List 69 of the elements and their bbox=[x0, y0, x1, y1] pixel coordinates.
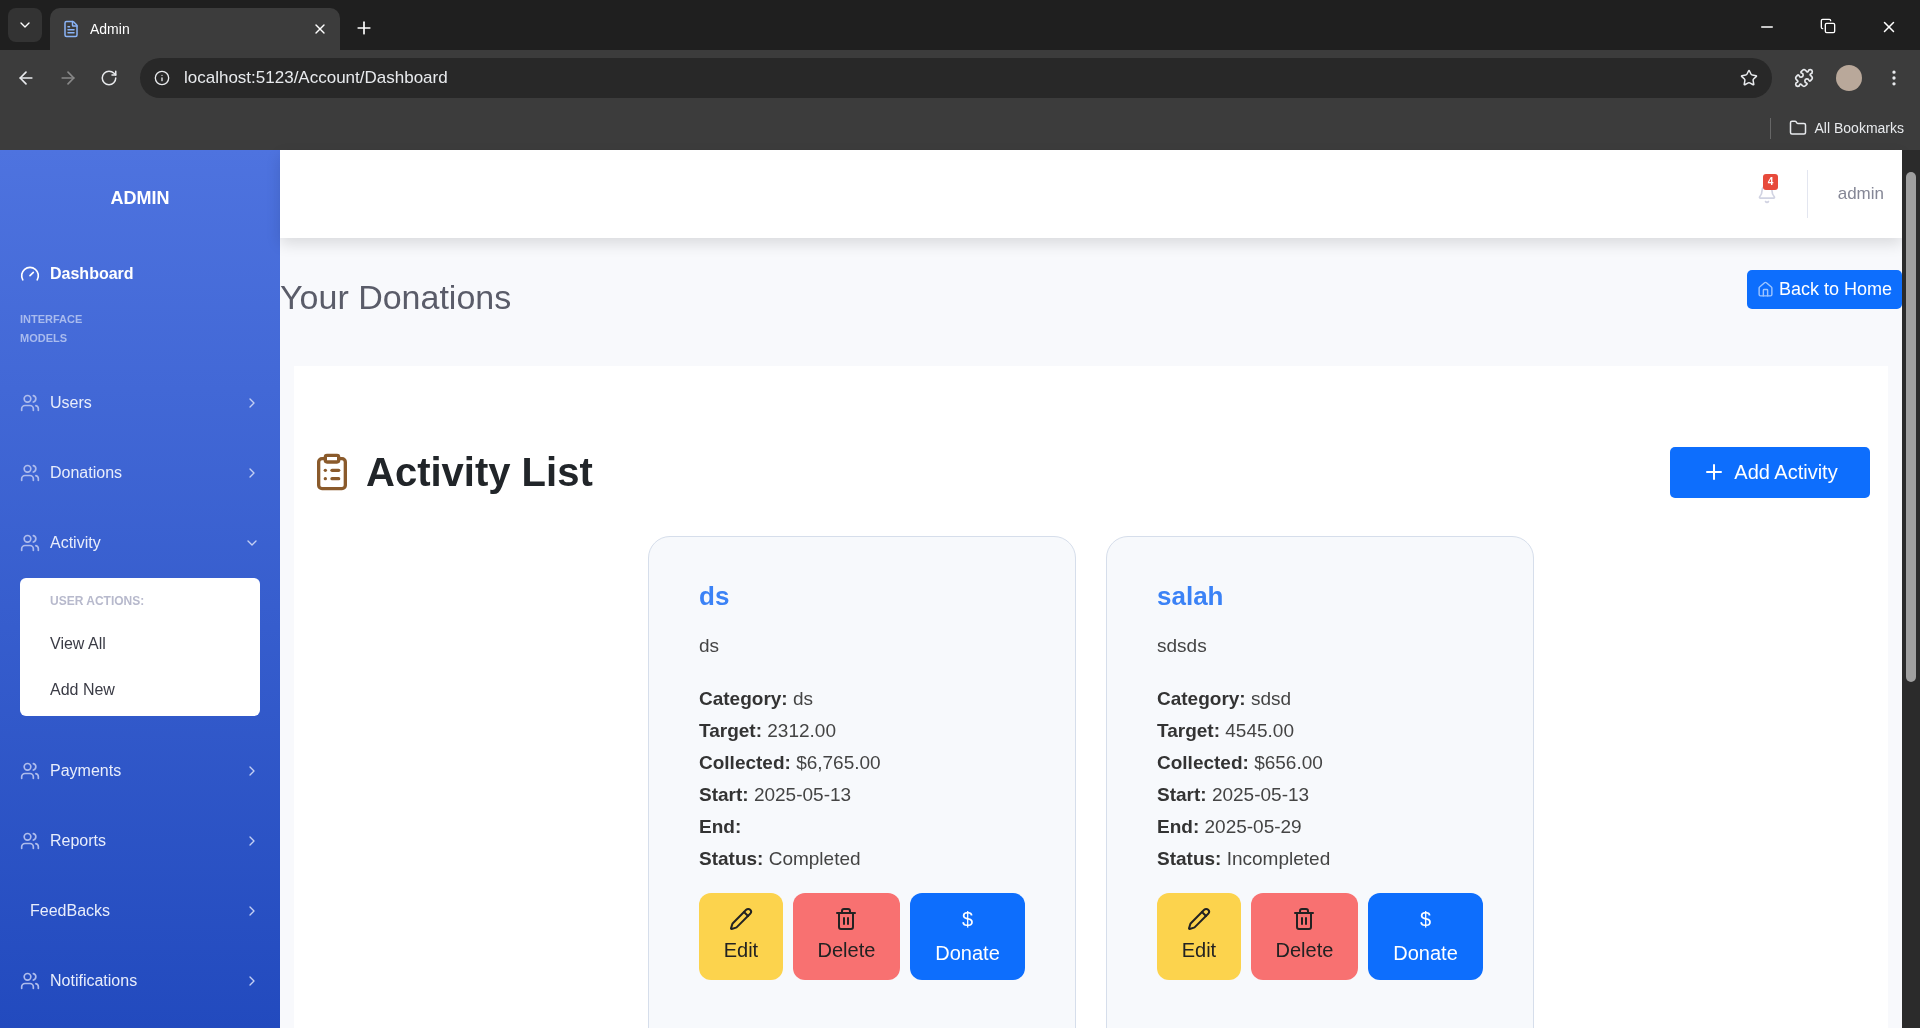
activity-field: Target: 4545.00 bbox=[1157, 714, 1483, 747]
sidebar-item[interactable]: Users bbox=[20, 368, 260, 438]
activity-title: salah bbox=[1157, 580, 1225, 613]
activity-field: Category: ds bbox=[699, 682, 1025, 715]
sidebar-item[interactable]: Activity bbox=[20, 508, 260, 578]
bell-icon[interactable] bbox=[1756, 184, 1777, 204]
sidebar-item[interactable]: Dashboard bbox=[20, 262, 260, 286]
activity-field: Target: 2312.00 bbox=[699, 714, 1025, 747]
user-name[interactable]: admin bbox=[1837, 181, 1884, 207]
scrollbar[interactable] bbox=[1902, 150, 1920, 1028]
address-bar[interactable]: localhost:5123/Account/Dashboard bbox=[140, 58, 1772, 98]
page-title: Your Donations bbox=[280, 277, 512, 318]
users-icon bbox=[20, 393, 40, 413]
donate-button[interactable]: $ Donate bbox=[1368, 892, 1483, 980]
users-icon bbox=[20, 831, 40, 851]
sidebar-brand: ADMIN bbox=[109, 187, 171, 210]
delete-button[interactable]: Delete bbox=[1250, 892, 1358, 980]
url-text: localhost:5123/Account/Dashboard bbox=[184, 67, 449, 90]
restore-icon[interactable] bbox=[1820, 18, 1836, 34]
trash-icon bbox=[834, 907, 859, 931]
add-activity-button[interactable]: Add Activity bbox=[1670, 446, 1870, 498]
activity-field: End: bbox=[699, 810, 1025, 843]
activity-field: Collected: $656.00 bbox=[1157, 746, 1483, 779]
sidebar-item[interactable]: Donations bbox=[20, 438, 260, 508]
notification-badge: 4 bbox=[1762, 174, 1779, 190]
submenu-item[interactable]: View All bbox=[50, 632, 230, 656]
section-heading: Activity List bbox=[366, 449, 593, 496]
reload-icon[interactable] bbox=[100, 69, 118, 87]
browser-tab[interactable]: Admin bbox=[50, 8, 340, 50]
users-icon bbox=[20, 761, 40, 781]
extensions-icon[interactable] bbox=[1794, 68, 1814, 88]
activity-field: Status: Incompleted bbox=[1157, 842, 1483, 875]
bookmarks-button[interactable]: All Bookmarks bbox=[1769, 117, 1904, 139]
info-icon bbox=[154, 70, 170, 86]
users-icon bbox=[20, 971, 40, 991]
sidebar-item[interactable]: Reports bbox=[20, 806, 260, 876]
profile-avatar[interactable] bbox=[1836, 65, 1862, 91]
sidebar-item[interactable]: Payments bbox=[20, 736, 260, 806]
gauge-icon bbox=[20, 264, 40, 284]
submenu-item[interactable]: Add New bbox=[50, 678, 230, 702]
donate-button[interactable]: $ Donate bbox=[910, 892, 1025, 980]
users-icon bbox=[20, 463, 40, 483]
page-icon bbox=[62, 20, 80, 38]
sidebar-item[interactable]: Notifications bbox=[20, 946, 260, 1016]
sidebar-heading: INTERFACE MODELS bbox=[20, 312, 84, 346]
activity-description: sdsds bbox=[1157, 634, 1208, 658]
tab-title: Admin bbox=[90, 19, 131, 39]
activity-field: End: 2025-05-29 bbox=[1157, 810, 1483, 843]
activity-field: Start: 2025-05-13 bbox=[699, 778, 1025, 811]
edit-button[interactable]: Edit bbox=[1157, 892, 1241, 980]
bookmark-star-icon[interactable] bbox=[1740, 69, 1758, 87]
tab-list-button[interactable] bbox=[8, 8, 42, 42]
trash-icon bbox=[1292, 907, 1317, 931]
folder-icon bbox=[1788, 119, 1807, 137]
sidebar-item[interactable]: FeedBacks bbox=[20, 876, 260, 946]
activity-title: ds bbox=[699, 580, 731, 613]
activity-field: Category: sdsd bbox=[1157, 682, 1483, 715]
activity-field: Collected: $6,765.00 bbox=[699, 746, 1025, 779]
pencil-icon bbox=[1186, 907, 1211, 931]
back-home-button[interactable]: Back to Home bbox=[1746, 270, 1902, 309]
activity-field: Status: Completed bbox=[699, 842, 1025, 875]
delete-button[interactable]: Delete bbox=[792, 892, 900, 980]
users-icon bbox=[20, 533, 40, 553]
home-icon bbox=[1756, 281, 1774, 298]
edit-button[interactable]: Edit bbox=[699, 892, 783, 980]
submenu-heading: USER ACTIONS: bbox=[50, 593, 146, 610]
pencil-icon bbox=[728, 907, 753, 931]
activity-description: ds bbox=[699, 634, 721, 658]
activity-field: Start: 2025-05-13 bbox=[1157, 778, 1483, 811]
